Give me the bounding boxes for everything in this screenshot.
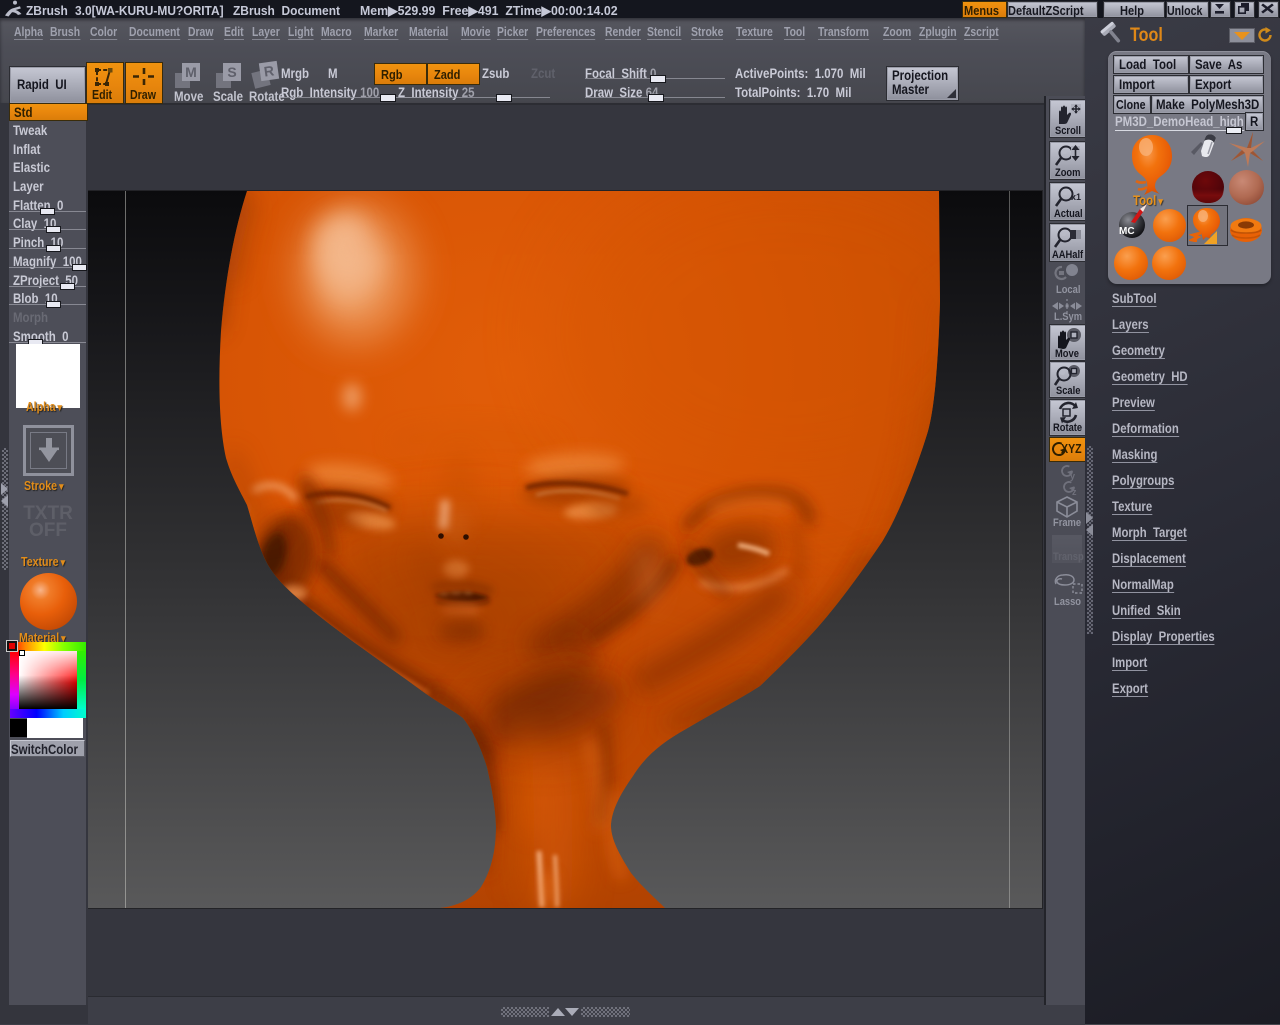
svg-text:x1: x1 [1071, 192, 1081, 202]
